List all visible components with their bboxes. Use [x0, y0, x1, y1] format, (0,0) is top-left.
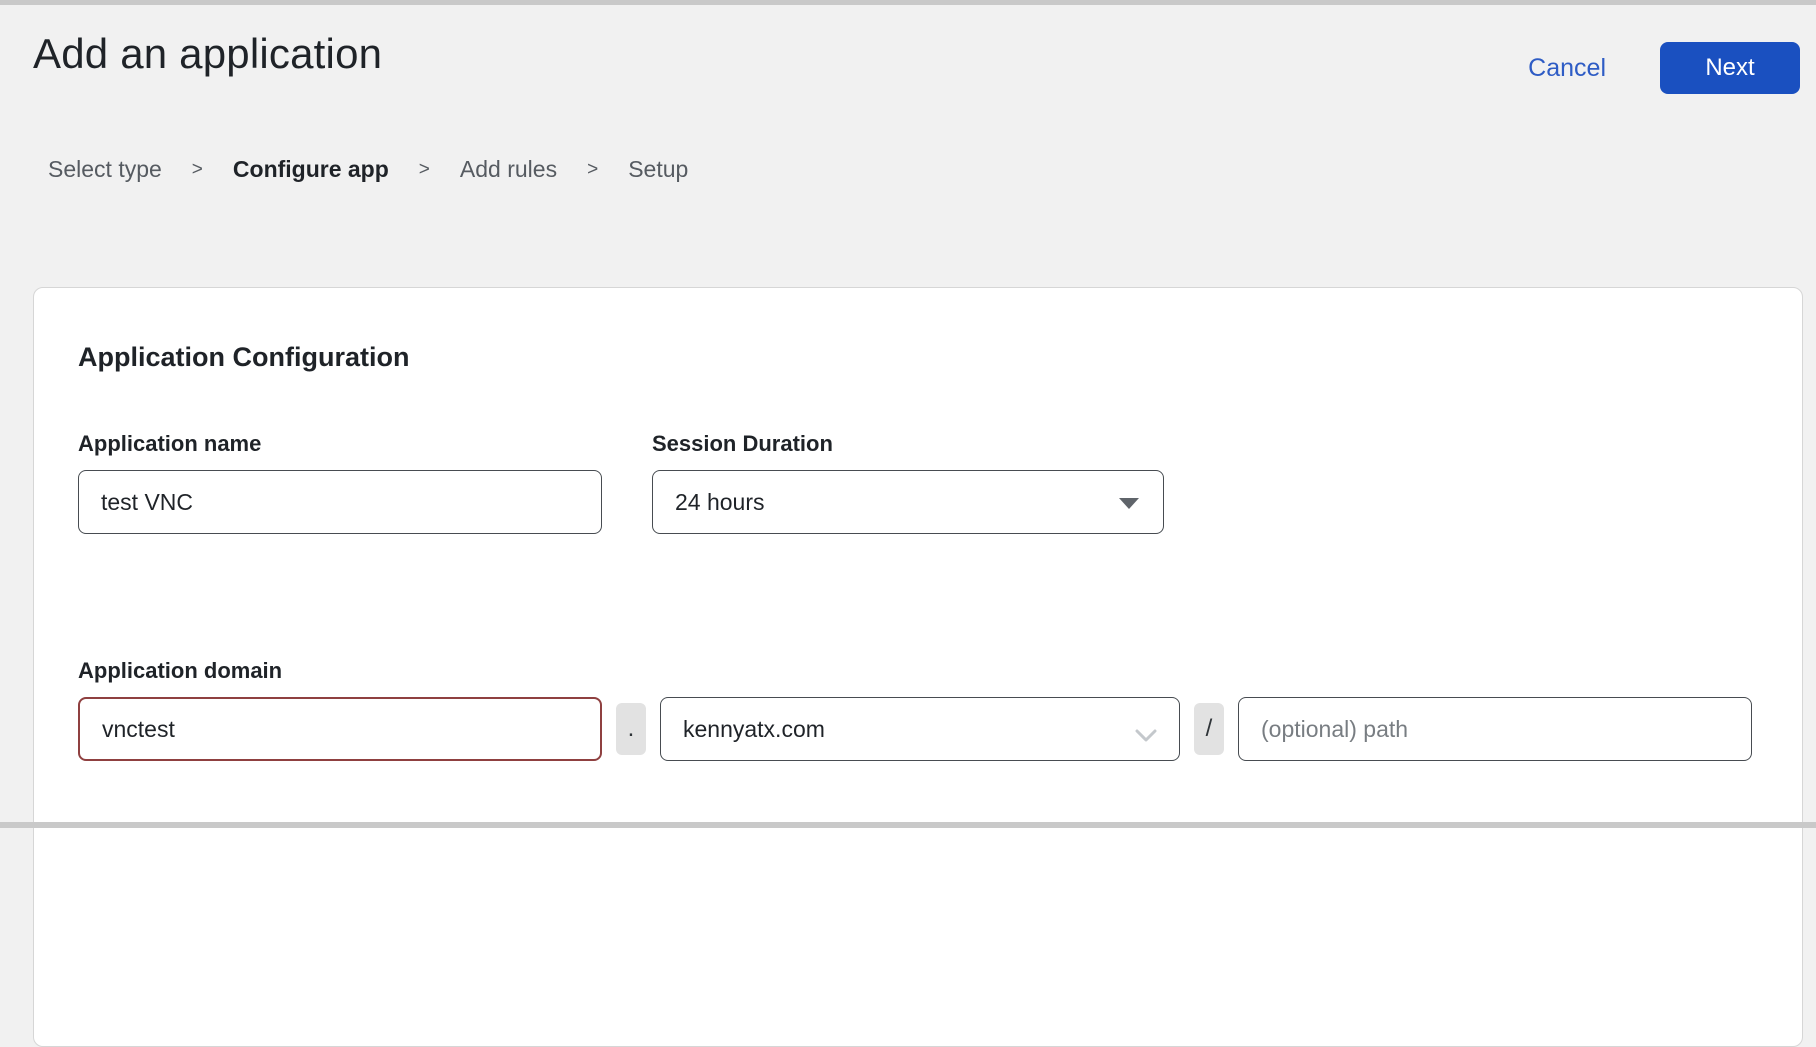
name-session-row: Application name Session Duration 24 hou… — [78, 431, 1758, 534]
breadcrumb-step-setup[interactable]: Setup — [628, 156, 688, 183]
breadcrumb-separator: > — [192, 159, 203, 181]
window-bottom-edge — [0, 822, 1816, 828]
page-title: Add an application — [33, 30, 382, 78]
chevron-down-icon — [1135, 722, 1157, 749]
caret-down-icon — [1119, 498, 1139, 509]
configuration-card: Application Configuration Application na… — [33, 287, 1803, 1047]
slash-separator: / — [1194, 703, 1224, 755]
application-domain-row: Application domain . kennyatx.com / — [78, 658, 1758, 761]
application-name-field-group: Application name — [78, 431, 602, 534]
breadcrumb-step-configure-app[interactable]: Configure app — [233, 156, 389, 183]
domain-select[interactable]: kennyatx.com — [660, 697, 1180, 761]
breadcrumb-separator: > — [587, 159, 598, 181]
domain-compose: . kennyatx.com / — [78, 697, 1758, 761]
next-button[interactable]: Next — [1660, 42, 1800, 94]
session-duration-value: 24 hours — [675, 489, 765, 516]
path-input[interactable] — [1238, 697, 1752, 761]
header-actions: Cancel Next — [1528, 42, 1800, 94]
session-duration-label: Session Duration — [652, 431, 1164, 457]
application-name-label: Application name — [78, 431, 602, 457]
dot-separator: . — [616, 703, 646, 755]
domain-select-value: kennyatx.com — [683, 716, 825, 743]
breadcrumb: Select type > Configure app > Add rules … — [48, 156, 1816, 183]
cancel-button[interactable]: Cancel — [1528, 54, 1606, 83]
breadcrumb-separator: > — [419, 159, 430, 181]
breadcrumb-step-add-rules[interactable]: Add rules — [460, 156, 557, 183]
session-duration-field-group: Session Duration 24 hours — [652, 431, 1164, 534]
application-domain-label: Application domain — [78, 658, 1758, 684]
session-duration-select[interactable]: 24 hours — [652, 470, 1164, 534]
application-name-input[interactable] — [78, 470, 602, 534]
section-title: Application Configuration — [78, 342, 1758, 373]
breadcrumb-step-select-type[interactable]: Select type — [48, 156, 162, 183]
page-header: Add an application Cancel Next — [0, 0, 1816, 94]
window-top-edge — [0, 0, 1816, 5]
subdomain-input[interactable] — [78, 697, 602, 761]
